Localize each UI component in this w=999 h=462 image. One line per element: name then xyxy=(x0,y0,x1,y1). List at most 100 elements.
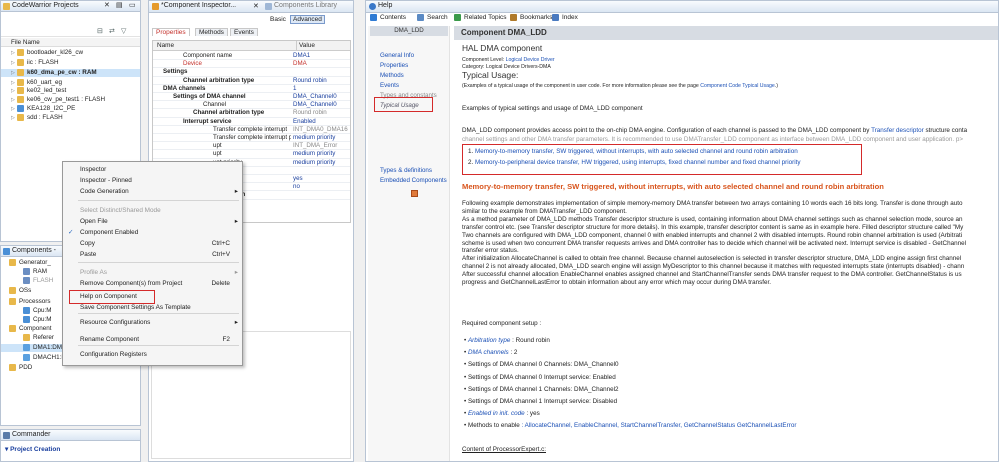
close-icon[interactable]: ✕ xyxy=(253,2,259,10)
sidebar-link[interactable]: Methods xyxy=(380,72,404,79)
components-library-tab[interactable]: Components Library xyxy=(274,2,337,9)
inspector-tab[interactable]: Methods xyxy=(195,28,228,36)
menu-item[interactable]: Resource Configurations ▸ xyxy=(63,318,242,328)
menu-item[interactable]: Profile As ▸ xyxy=(63,268,242,278)
sidebar-link[interactable]: Embedded Components xyxy=(380,177,447,184)
property-row[interactable]: Settings of DMA channel DMA_Channel0 xyxy=(153,93,350,102)
help-toolbar-button[interactable]: Related Topics xyxy=(454,14,507,21)
sidebar-link[interactable]: Properties xyxy=(380,62,408,69)
property-row[interactable]: Interrupt service Enabled xyxy=(153,118,350,126)
sidebar-link[interactable]: General Info xyxy=(380,52,414,59)
menu-item[interactable]: Configuration Registers xyxy=(63,350,242,360)
commander-icon xyxy=(3,432,10,439)
minimize-icon[interactable]: ▭ xyxy=(129,1,136,9)
property-row[interactable]: upt INT_DMA_Error xyxy=(153,142,350,151)
project-item[interactable]: ▷ k60_uart_eg xyxy=(1,79,140,87)
property-value[interactable]: DMA xyxy=(293,60,350,68)
setup-item: • DMA channels : 2 xyxy=(464,349,517,357)
property-value[interactable]: medium priority xyxy=(293,150,350,158)
property-row[interactable]: upt medium priority xyxy=(153,150,350,159)
sidebar-link[interactable]: Events xyxy=(380,82,399,89)
component-label: Cpu:M xyxy=(33,307,52,315)
inspector-tab[interactable]: Properties xyxy=(152,28,190,36)
project-item[interactable]: ▷ iic : FLASH xyxy=(1,59,140,67)
example-link[interactable]: Memory-to-memory transfer, SW triggered,… xyxy=(475,148,798,155)
name-column-header[interactable]: Name xyxy=(157,41,174,51)
body-line: transfer error status. xyxy=(462,247,519,255)
collapse-all-icon[interactable]: ⊟ xyxy=(97,27,103,35)
project-creation-section[interactable]: ▾ Project Creation xyxy=(5,445,60,453)
help-toolbar-button[interactable]: Index xyxy=(552,14,578,21)
project-item[interactable]: ▷ bootloader_kl26_cw xyxy=(1,49,140,57)
inspector-title[interactable]: *Component Inspector... xyxy=(161,2,236,9)
property-value[interactable]: INT_DMA_Error xyxy=(293,142,350,150)
dma-description-2: channel settings and other DMA transfer … xyxy=(462,136,964,143)
project-icon xyxy=(17,69,24,76)
project-icon xyxy=(17,59,24,66)
help-toolbar-button[interactable]: Search xyxy=(417,14,448,21)
inspector-tab[interactable]: Events xyxy=(230,28,258,36)
project-item[interactable]: ▷ sdd : FLASH xyxy=(1,114,140,122)
menu-item[interactable]: Code Generation ▸ xyxy=(63,187,242,197)
menu-item[interactable]: Inspector - Pinned xyxy=(63,176,242,186)
property-value[interactable]: no xyxy=(293,183,350,191)
commander-tab[interactable]: Commander xyxy=(1,430,140,441)
menu-item[interactable]: Open File ▸ xyxy=(63,217,242,227)
component-icon xyxy=(23,354,30,361)
value-column-header[interactable]: Value xyxy=(296,41,315,51)
file-name-header[interactable]: File Name xyxy=(1,38,140,47)
projects-tab[interactable]: CodeWarrior Projects ✕ ▤ ▭ xyxy=(1,1,140,12)
menu-item[interactable]: Inspector xyxy=(63,165,242,175)
menu-item[interactable]: Component Enabled ✓ xyxy=(63,228,242,238)
transfer-descriptor-link[interactable]: Transfer descriptor xyxy=(871,127,924,134)
project-item[interactable]: ▷ k60_dma_pe_cw : RAM xyxy=(1,69,140,77)
property-value[interactable]: Round robin xyxy=(293,109,350,117)
component-label: RAM xyxy=(33,268,47,276)
menu-item[interactable]: Rename Component F2 xyxy=(63,335,242,345)
property-row[interactable]: DMA channels 1 xyxy=(153,85,350,93)
project-item[interactable]: ▷ KEA128_I2C_PE xyxy=(1,105,140,113)
basic-button[interactable]: Basic xyxy=(270,16,286,23)
body-line: Two channels are configured with DMA_LDD… xyxy=(462,231,963,239)
property-value[interactable]: yes xyxy=(293,175,350,183)
property-row[interactable]: Component name DMA1 xyxy=(153,52,350,61)
code-typical-usage-link[interactable]: Component Code Typical Usage xyxy=(700,83,775,89)
link-editor-icon[interactable]: ⇄ xyxy=(109,27,115,35)
project-item[interactable]: ▷ ke02_led_test xyxy=(1,87,140,95)
property-row[interactable]: Settings xyxy=(153,68,350,77)
close-icon[interactable]: ✕ xyxy=(104,1,110,9)
help-toolbar-button[interactable]: Contents xyxy=(370,14,406,21)
menu-item[interactable]: Paste Ctrl+V xyxy=(63,250,242,260)
menu-item[interactable]: Select Distinct/Shared Mode xyxy=(63,206,242,216)
property-value[interactable]: 1 xyxy=(293,85,350,93)
menu-item[interactable]: Copy Ctrl+C xyxy=(63,239,242,249)
sidebar-link[interactable]: Types & definitions xyxy=(380,167,432,174)
project-icon xyxy=(17,105,24,112)
property-row[interactable]: Channel arbitration type Round robin xyxy=(153,77,350,85)
property-value[interactable]: medium priority xyxy=(293,134,350,142)
property-name: Channel arbitration type xyxy=(183,76,255,84)
property-row[interactable]: Transfer complete interrupt p medium prio… xyxy=(153,134,350,143)
property-row[interactable]: Device DMA xyxy=(153,60,350,69)
property-value[interactable]: Enabled xyxy=(293,118,350,126)
property-value[interactable]: DMA1 xyxy=(293,52,350,60)
property-value[interactable]: DMA_Channel0 xyxy=(293,93,350,101)
view-menu-icon[interactable]: ▤ xyxy=(116,1,123,9)
property-row[interactable]: Channel arbitration type Round robin xyxy=(153,109,350,118)
help-toolbar-button[interactable]: Bookmarks xyxy=(510,14,553,21)
property-value[interactable]: medium priority xyxy=(293,159,350,167)
filter-icon[interactable]: ▽ xyxy=(121,27,126,35)
property-row[interactable]: Transfer complete interrupt INT_DMA0_DMA1… xyxy=(153,126,350,134)
menu-item[interactable]: Remove Component(s) from Project Delete xyxy=(63,279,242,289)
property-value[interactable]: Round robin xyxy=(293,77,350,85)
help-title[interactable]: Help xyxy=(378,2,392,9)
property-value[interactable]: DMA_Channel0 xyxy=(293,101,350,109)
property-row[interactable]: Channel DMA_Channel0 xyxy=(153,101,350,110)
component-icon xyxy=(23,268,30,275)
advanced-button[interactable]: Advanced xyxy=(290,15,325,24)
menu-item[interactable]: Save Component Settings As Template xyxy=(63,303,242,313)
property-value[interactable]: INT_DMA0_DMA16 xyxy=(293,126,350,134)
project-item[interactable]: ▷ ke06_cw_pe_test1 : FLASH xyxy=(1,96,140,104)
menu-item-label: Copy xyxy=(80,240,95,247)
example-link[interactable]: Memory-to-peripheral device transfer, HW… xyxy=(475,159,801,166)
